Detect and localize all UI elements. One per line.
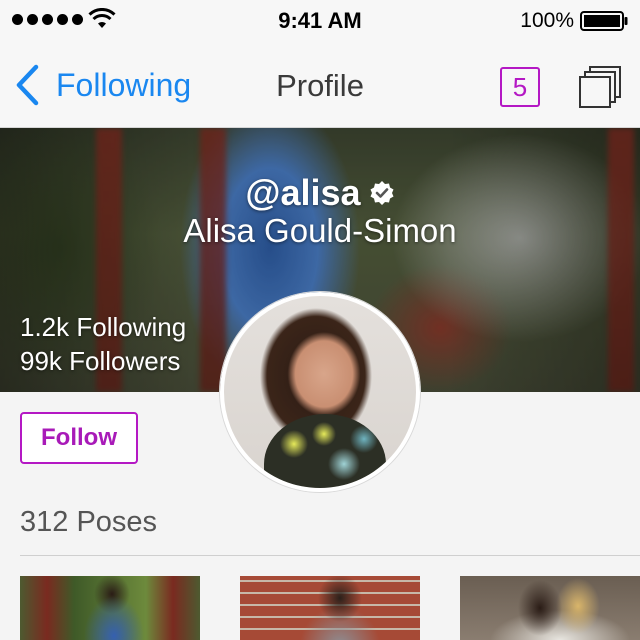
- back-button[interactable]: Following: [14, 64, 191, 106]
- notification-count-badge[interactable]: 5: [500, 67, 540, 107]
- following-count[interactable]: 1.2k Following: [20, 312, 186, 343]
- pose-thumbnail[interactable]: [460, 576, 640, 640]
- battery-percent: 100%: [520, 9, 574, 32]
- battery-icon: [580, 11, 628, 31]
- status-bar: 9:41 AM 100%: [0, 0, 640, 40]
- follow-button[interactable]: Follow: [20, 412, 138, 464]
- chevron-left-icon: [16, 64, 39, 106]
- avatar[interactable]: [220, 292, 420, 492]
- divider: [20, 555, 640, 556]
- pose-thumbnail[interactable]: [240, 576, 420, 640]
- profile-handle: @alisa: [245, 172, 361, 213]
- poses-count: 312 Poses: [20, 506, 158, 538]
- followers-count[interactable]: 99k Followers: [20, 346, 180, 377]
- profile-display-name: Alisa Gould-Simon: [183, 212, 457, 249]
- stack-icon[interactable]: [578, 65, 622, 109]
- nav-bar: Following Profile 5: [0, 40, 640, 128]
- avatar-photo-detail: [264, 414, 386, 488]
- pose-thumbnail[interactable]: [20, 576, 200, 640]
- verified-badge-icon: [370, 181, 394, 205]
- handle-row: @alisa: [0, 172, 640, 214]
- back-label: Following: [56, 67, 192, 103]
